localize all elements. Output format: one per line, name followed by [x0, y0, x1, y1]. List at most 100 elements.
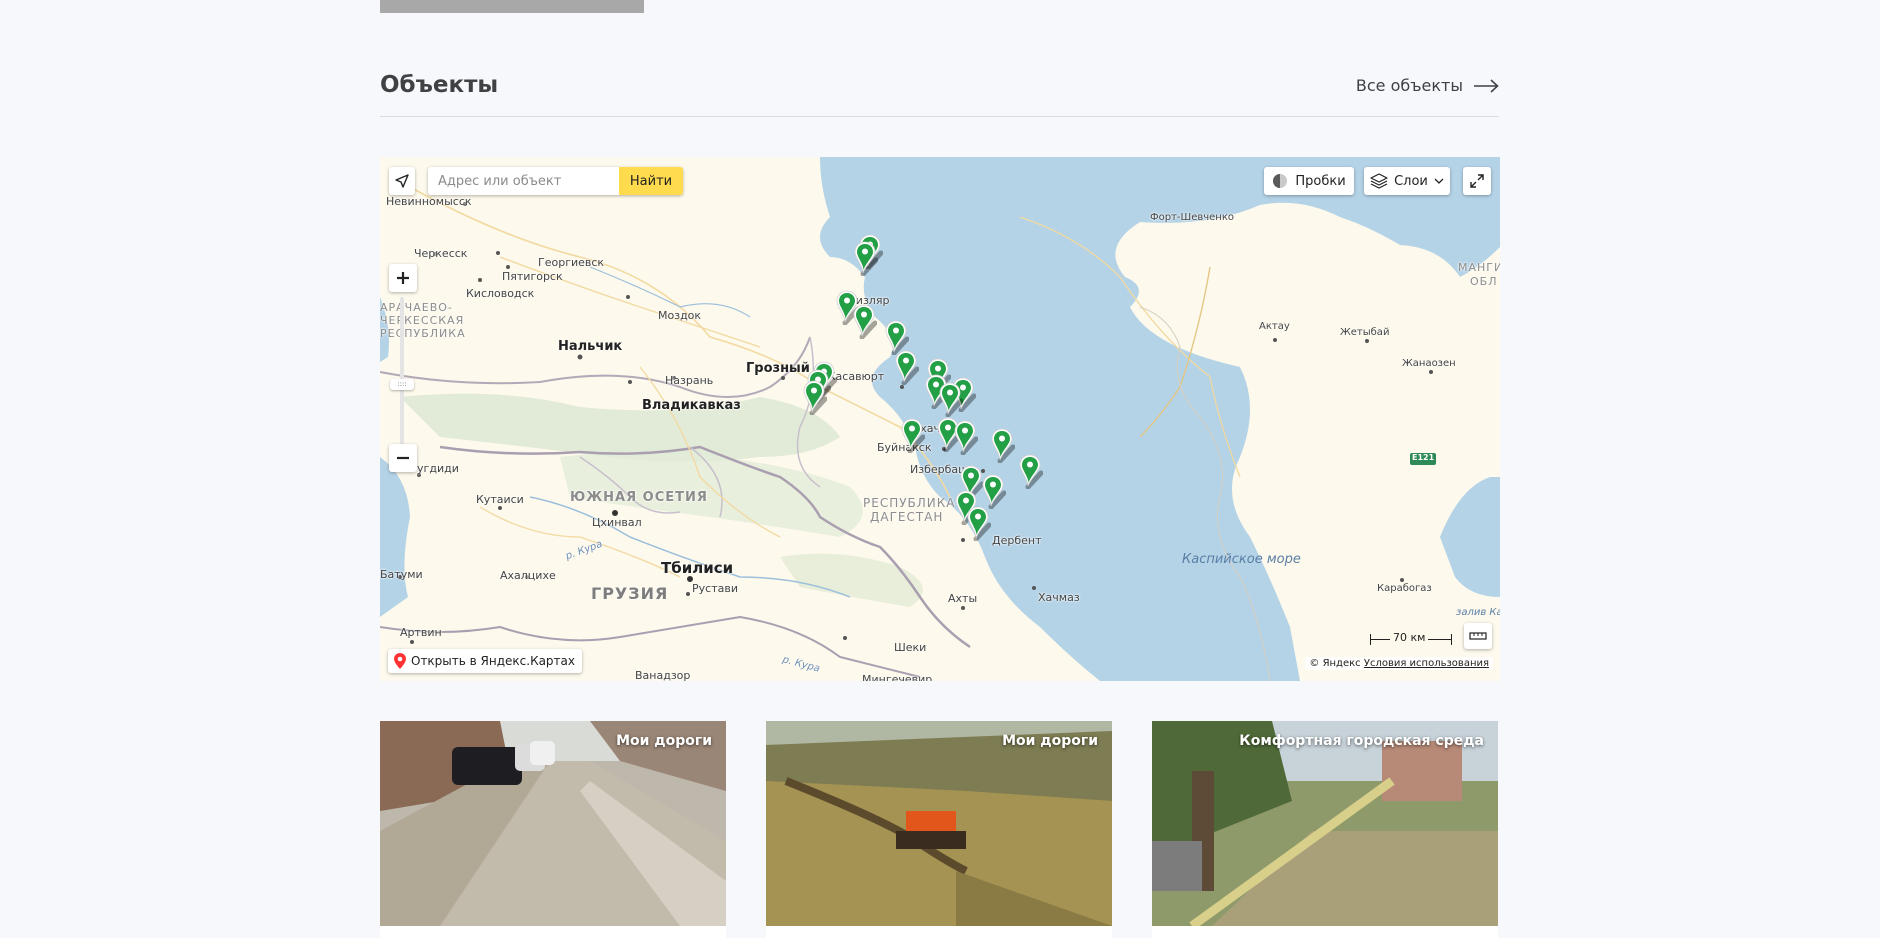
- map-label-sheki: Шеки: [894, 641, 927, 654]
- map-label-khachmaz: Хачмаз: [1038, 591, 1080, 604]
- object-marker[interactable]: [980, 473, 1007, 510]
- map-label-fort-shevchenko: Форт-Шевченко: [1150, 212, 1235, 223]
- map-copyright: © Яндекс Условия использования: [1305, 657, 1493, 670]
- object-marker[interactable]: [1017, 453, 1044, 490]
- map-label-akhty: Ахты: [948, 592, 978, 605]
- traffic-button[interactable]: Пробки: [1264, 167, 1354, 195]
- map-label-pyatigorsk: Пятигорск: [502, 270, 563, 283]
- map-label-akhaltsikhe: Ахалцихе: [500, 569, 556, 582]
- object-marker[interactable]: [965, 505, 992, 542]
- yandex-map[interactable]: Невинномысск Черкесск Георгиевск Пятигор…: [380, 157, 1500, 681]
- map-label-georgievsk: Георгиевск: [538, 256, 605, 269]
- object-marker[interactable]: [899, 417, 926, 454]
- map-marker-icon: [895, 350, 920, 386]
- map-label-gulf: залив Ка: [1456, 607, 1500, 618]
- scale-label: 70 км: [1390, 631, 1429, 644]
- arrow-right-icon: [1474, 78, 1499, 93]
- card-footer-2: [766, 926, 1112, 938]
- map-marker-icon: [954, 420, 979, 456]
- card-footer-1: [380, 926, 726, 938]
- project-photo-2: [766, 721, 1112, 926]
- project-photo-1: [380, 721, 726, 926]
- map-marker-icon: [967, 506, 992, 542]
- zoom-in-button[interactable]: [389, 264, 417, 292]
- project-card-road-2[interactable]: Мои дороги: [766, 721, 1112, 926]
- object-marker[interactable]: [851, 303, 878, 340]
- all-objects-label: Все объекты: [1355, 76, 1463, 95]
- zoom-out-button[interactable]: [389, 444, 417, 472]
- map-search-input[interactable]: [428, 167, 619, 195]
- map-label-tskhinval: Цхинвал: [592, 516, 642, 529]
- map-label-mangistau: МАНГИ: [1458, 261, 1500, 274]
- map-label-kislovodsk: Кисловодск: [466, 287, 535, 300]
- objects-section-header: Объекты Все объекты: [380, 68, 1499, 117]
- map-label-rustavi: Рустави: [692, 582, 738, 595]
- object-marker[interactable]: [852, 240, 879, 277]
- map-label-mozdok: Моздок: [658, 309, 702, 322]
- location-arrow-icon: [395, 174, 409, 188]
- project-category-tag: Мои дороги: [616, 733, 712, 749]
- map-marker-icon: [853, 304, 878, 340]
- map-label-kchr-2: РЕСПУБЛИКА: [380, 327, 466, 340]
- map-label-cherkessk: Черкесск: [414, 247, 468, 260]
- open-in-yandex-label: Открыть в Яндекс.Картах: [411, 654, 575, 668]
- zoom-slider-handle[interactable]: ::::: [390, 379, 414, 390]
- map-label-mingachevir: Мингечевир: [862, 673, 933, 681]
- top-gray-bar: [380, 0, 644, 13]
- map-marker-icon: [854, 241, 879, 277]
- map-marker-icon: [982, 474, 1007, 510]
- map-label-dagestan-2: ДАГЕСТАН: [870, 510, 944, 524]
- section-title: Объекты: [380, 72, 499, 98]
- traffic-label: Пробки: [1295, 173, 1346, 189]
- map-label-zhetybai: Жетыбай: [1340, 327, 1390, 338]
- object-marker[interactable]: [801, 379, 828, 416]
- minus-icon: [397, 456, 409, 460]
- map-label-artvin: Артвин: [400, 626, 442, 639]
- project-category-tag: Мои дороги: [1002, 733, 1098, 749]
- map-label-aktau: Актау: [1259, 321, 1290, 332]
- ruler-button[interactable]: [1464, 623, 1492, 649]
- object-marker[interactable]: [937, 381, 964, 418]
- project-card-road-1[interactable]: Мои дороги: [380, 721, 726, 926]
- expand-icon: [1470, 174, 1484, 188]
- project-card-urban-environment[interactable]: Комфортная городская среда: [1152, 721, 1498, 926]
- map-search-box: Найти: [428, 167, 683, 195]
- map-label-derbent: Дербент: [992, 534, 1042, 547]
- map-search-button[interactable]: Найти: [619, 167, 683, 195]
- map-label-south-ossetia: ЮЖНАЯ ОСЕТИЯ: [570, 490, 708, 505]
- map-label-georgia: ГРУЗИЯ: [591, 584, 669, 603]
- map-marker-icon: [901, 418, 926, 454]
- map-label-vanadzor: Ванадзор: [635, 669, 691, 681]
- layers-icon: [1370, 173, 1388, 189]
- fullscreen-button[interactable]: [1463, 167, 1491, 195]
- map-marker-icon: [939, 382, 964, 418]
- copyright-text: © Яндекс: [1309, 658, 1361, 669]
- object-marker[interactable]: [893, 349, 920, 386]
- map-marker-icon: [991, 428, 1016, 464]
- object-marker[interactable]: [952, 419, 979, 456]
- geolocation-button[interactable]: [389, 167, 415, 195]
- map-pin-icon: [394, 653, 406, 669]
- card-footer-3: [1152, 926, 1498, 938]
- project-photo-3: [1152, 721, 1498, 926]
- open-in-yandex-maps-button[interactable]: Открыть в Яндекс.Картах: [388, 649, 582, 673]
- map-label-kchr-0: АРАЧАЕВО-: [380, 301, 453, 314]
- terms-of-use-link[interactable]: Условия использования: [1364, 658, 1489, 669]
- chevron-down-icon: [1434, 178, 1444, 184]
- plus-icon: [397, 272, 409, 284]
- map-label-nazran: Назрань: [665, 374, 714, 387]
- ruler-icon: [1469, 632, 1487, 640]
- map-label-batumi: Батуми: [380, 568, 423, 581]
- map-label-nalchik: Нальчик: [558, 339, 623, 354]
- all-objects-link[interactable]: Все объекты: [1356, 76, 1499, 95]
- map-label-mangistau-2: ОБЛ: [1470, 275, 1498, 288]
- object-marker[interactable]: [989, 427, 1016, 464]
- map-label-nevinnomyssk: Невинномысск: [386, 195, 472, 208]
- map-label-karabogaz: Карабогаз: [1377, 583, 1432, 594]
- traffic-icon: [1273, 174, 1288, 188]
- map-label-dagestan-1: РЕСПУБЛИКА: [863, 496, 956, 510]
- layers-button[interactable]: Слои: [1364, 167, 1450, 195]
- map-label-zhanaozen: Жанаозен: [1402, 358, 1456, 369]
- map-label-caspian-sea: Каспийское море: [1182, 552, 1301, 567]
- map-label-kutaisi: Кутаиси: [476, 493, 524, 506]
